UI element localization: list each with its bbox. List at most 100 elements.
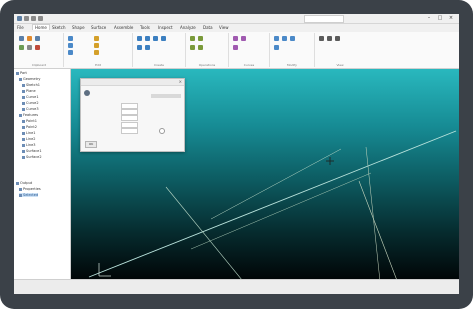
tab-data[interactable]: Data <box>203 25 213 30</box>
sketch-line[interactable] <box>210 148 342 220</box>
sketch-icon <box>22 83 25 87</box>
tree-item[interactable]: Sketch1 <box>22 83 40 87</box>
paste-icon[interactable] <box>19 36 24 41</box>
tab-surface[interactable]: Surface <box>91 25 106 30</box>
ribbon-group-label: Curves <box>243 63 255 67</box>
trim-icon[interactable] <box>274 36 279 41</box>
line-icon <box>22 131 25 135</box>
pull-icon[interactable] <box>68 43 73 48</box>
search-input[interactable] <box>304 15 344 23</box>
tab-view[interactable]: View <box>219 25 229 30</box>
mirror-icon[interactable] <box>274 45 279 50</box>
rotate-icon[interactable] <box>327 36 332 41</box>
plane-icon <box>22 89 25 93</box>
tree-item-selected[interactable]: Selected <box>19 193 39 197</box>
undo-icon[interactable] <box>24 16 29 21</box>
tree-item[interactable]: Curve2 <box>22 101 39 105</box>
curve-icon[interactable] <box>233 36 238 41</box>
save-icon[interactable] <box>17 16 22 21</box>
close-icon[interactable]: × <box>448 15 454 21</box>
intersect-icon[interactable] <box>233 45 238 50</box>
split-icon[interactable] <box>94 43 99 48</box>
ribbon-group-label: View <box>336 63 344 67</box>
print-icon[interactable] <box>38 16 43 21</box>
sketch-line[interactable] <box>190 172 372 250</box>
design-viewport[interactable]: × OK <box>71 69 459 279</box>
sketch-line[interactable] <box>358 180 401 279</box>
tree-item[interactable]: Line1 <box>22 131 36 135</box>
combine-icon[interactable] <box>94 36 99 41</box>
curve-icon <box>22 95 25 99</box>
move-icon[interactable] <box>27 45 32 50</box>
redo-icon[interactable] <box>31 16 36 21</box>
tab-sketch[interactable]: Sketch <box>52 25 65 30</box>
shell-icon[interactable] <box>94 50 99 55</box>
info-icon <box>84 90 90 96</box>
tab-assemble[interactable]: Assemble <box>114 25 133 30</box>
revolve-icon[interactable] <box>198 36 203 41</box>
tree-item[interactable]: Plane <box>22 89 36 93</box>
curve-icon <box>22 107 25 111</box>
tree-item[interactable]: Properties <box>19 187 41 191</box>
cut-icon[interactable] <box>27 36 32 41</box>
ribbon-group-label: Create <box>154 63 164 67</box>
ribbon-group-label: Operations <box>198 63 216 67</box>
extrude-icon[interactable] <box>190 36 195 41</box>
offset-icon[interactable] <box>290 36 295 41</box>
tab-file[interactable]: File <box>17 25 24 30</box>
tree-item[interactable]: Features <box>19 113 38 117</box>
tree-item[interactable]: Point1 <box>22 119 37 123</box>
tree-item[interactable]: Output <box>16 181 32 185</box>
tree-item[interactable]: Line2 <box>22 137 36 141</box>
tree-item[interactable]: Curve1 <box>22 95 39 99</box>
blend-icon[interactable] <box>198 45 203 50</box>
minimize-icon[interactable]: – <box>426 15 432 21</box>
tab-inspect[interactable]: Inspect <box>158 25 173 30</box>
delete-icon[interactable] <box>35 45 40 50</box>
ribbon-tabs: File Home Sketch Shape Surface Assemble … <box>14 24 459 32</box>
project-icon[interactable] <box>241 36 246 41</box>
tree-item[interactable]: Point2 <box>22 125 37 129</box>
tree-item[interactable]: Surface2 <box>22 155 42 159</box>
dialog-titlebar: × <box>81 79 184 86</box>
ribbon-group-create: Create <box>133 33 186 67</box>
line-icon[interactable] <box>137 36 142 41</box>
tree-item[interactable]: Surface1 <box>22 149 42 153</box>
maximize-icon[interactable]: □ <box>437 15 443 21</box>
ok-button[interactable]: OK <box>85 141 97 148</box>
copy-icon[interactable] <box>35 36 40 41</box>
circle-icon[interactable] <box>153 36 158 41</box>
tree-item[interactable]: Part <box>16 71 27 75</box>
sketch-line[interactable] <box>365 146 381 279</box>
point-icon[interactable] <box>145 45 150 50</box>
extend-icon[interactable] <box>282 36 287 41</box>
tree-item[interactable]: Curve3 <box>22 107 39 111</box>
radio-option[interactable] <box>159 128 165 134</box>
sweep-icon[interactable] <box>190 45 195 50</box>
sketch-line[interactable] <box>165 186 251 279</box>
select-icon[interactable] <box>19 45 24 50</box>
zoom-icon[interactable] <box>319 36 324 41</box>
tab-home[interactable]: Home <box>32 24 50 30</box>
dialog-info-bar <box>151 94 181 98</box>
sketch-line[interactable] <box>88 130 457 278</box>
status-bar <box>14 279 459 294</box>
dialog-field[interactable] <box>121 115 138 121</box>
fill-icon[interactable] <box>68 50 73 55</box>
spline-icon[interactable] <box>137 45 142 50</box>
options-dialog: × OK <box>80 78 185 152</box>
rectangle-icon[interactable] <box>145 36 150 41</box>
dialog-field[interactable] <box>121 128 138 134</box>
tree-item[interactable]: Geometry <box>19 77 40 81</box>
arc-icon[interactable] <box>161 36 166 41</box>
part-icon <box>16 71 19 75</box>
ribbon-group-label: Modify <box>287 63 297 67</box>
pan-icon[interactable] <box>335 36 340 41</box>
tab-analyze[interactable]: Analyze <box>180 25 196 30</box>
tree-item[interactable]: Line3 <box>22 143 36 147</box>
tab-shape[interactable]: Shape <box>72 25 85 30</box>
close-icon[interactable]: × <box>179 79 182 85</box>
tab-tools[interactable]: Tools <box>140 25 150 30</box>
ribbon-group-view: View <box>315 33 365 67</box>
edit-icon[interactable] <box>68 36 73 41</box>
